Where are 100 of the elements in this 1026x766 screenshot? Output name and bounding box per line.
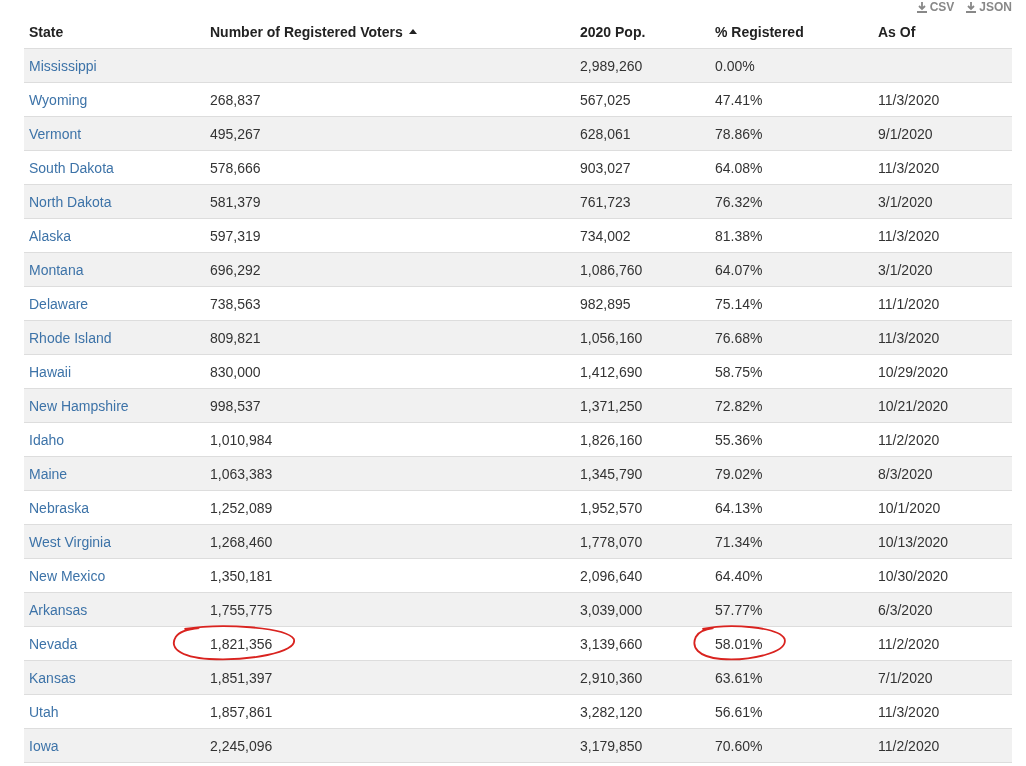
- export-link[interactable]: CSV: [916, 0, 955, 15]
- table-cell: 567,025: [580, 91, 631, 108]
- table-cell: 1,851,397: [210, 669, 273, 686]
- table-cell: 1,010,984: [210, 431, 273, 448]
- table-cell: 3,139,660: [580, 635, 643, 652]
- table-cell: 809,821: [210, 329, 261, 346]
- table-cell: 64.07%: [715, 261, 763, 278]
- table-cell: 1,821,356: [210, 635, 273, 652]
- state-link[interactable]: Delaware: [29, 295, 89, 312]
- table-cell: 1,755,775: [210, 601, 273, 618]
- table-cell: 6/3/2020: [878, 601, 933, 618]
- table-cell: 628,061: [580, 125, 631, 142]
- table-cell: 55.36%: [715, 431, 763, 448]
- state-link[interactable]: Rhode Island: [29, 329, 112, 346]
- state-link[interactable]: Nebraska: [29, 499, 89, 516]
- table-cell: 903,027: [580, 159, 631, 176]
- table-cell: 1,063,383: [210, 465, 273, 482]
- table-cell: 3/1/2020: [878, 193, 933, 210]
- state-link[interactable]: New Mexico: [29, 567, 106, 584]
- table-cell: 1,826,160: [580, 431, 643, 448]
- table-cell: 58.75%: [715, 363, 763, 380]
- download-icon: [916, 2, 927, 13]
- state-link[interactable]: Kansas: [29, 669, 76, 686]
- state-link[interactable]: New Hampshire: [29, 397, 129, 414]
- table-cell: 11/2/2020: [878, 635, 940, 652]
- state-link[interactable]: Mississippi: [29, 57, 97, 74]
- table-cell: 998,537: [210, 397, 261, 414]
- table-cell: 2,245,096: [210, 737, 273, 754]
- state-link[interactable]: North Dakota: [29, 193, 112, 210]
- table-cell: 982,895: [580, 295, 631, 312]
- state-link[interactable]: Maine: [29, 465, 68, 482]
- table-cell: 75.14%: [715, 295, 763, 312]
- table-cell: 56.61%: [715, 703, 763, 720]
- state-link[interactable]: Nevada: [29, 635, 78, 652]
- table-cell: 11/2/2020: [878, 431, 940, 448]
- export-link[interactable]: JSON: [966, 0, 1012, 15]
- state-link[interactable]: Hawaii: [29, 363, 71, 380]
- table-cell: 1,252,089: [210, 499, 273, 516]
- table-cell: 1,086,760: [580, 261, 643, 278]
- table-cell: 70.60%: [715, 737, 763, 754]
- table-cell: 11/3/2020: [878, 329, 940, 346]
- table-cell: 9/1/2020: [878, 125, 933, 142]
- table-cell: 268,837: [210, 91, 261, 108]
- table-cell: 57.77%: [715, 601, 763, 618]
- table-cell: 10/29/2020: [878, 363, 949, 380]
- table-cell: 11/3/2020: [878, 703, 940, 720]
- table-cell: 71.34%: [715, 533, 763, 550]
- table-cell: 734,002: [580, 227, 631, 244]
- state-link[interactable]: Iowa: [29, 737, 59, 754]
- state-link[interactable]: West Virginia: [29, 533, 111, 550]
- table-cell: 63.61%: [715, 669, 763, 686]
- table-cell: 1,412,690: [580, 363, 643, 380]
- table-cell: 58.01%: [715, 635, 763, 652]
- table-cell: 11/3/2020: [878, 91, 940, 108]
- state-link[interactable]: Alaska: [29, 227, 72, 244]
- table-cell: 78.86%: [715, 125, 763, 142]
- table-cell: 1,056,160: [580, 329, 643, 346]
- table-cell: 738,563: [210, 295, 261, 312]
- table-cell: 11/2/2020: [878, 737, 940, 754]
- table-cell: 10/1/2020: [878, 499, 941, 516]
- table-cell: 1,371,250: [580, 397, 643, 414]
- table-cell: 3,179,850: [580, 737, 643, 754]
- table-cell: 64.13%: [715, 499, 763, 516]
- table-cell: 3,282,120: [580, 703, 643, 720]
- state-link[interactable]: Vermont: [29, 125, 82, 142]
- table-cell: 10/13/2020: [878, 533, 949, 550]
- table-cell: 64.08%: [715, 159, 763, 176]
- table-cell: 1,345,790: [580, 465, 643, 482]
- state-link[interactable]: Utah: [29, 703, 59, 720]
- table-cell: 8/3/2020: [878, 465, 933, 482]
- table-cell: 1,952,570: [580, 499, 643, 516]
- table-cell: 2,096,640: [580, 567, 643, 584]
- table-cell: 76.32%: [715, 193, 763, 210]
- table-cell: 3,039,000: [580, 601, 643, 618]
- state-link[interactable]: South Dakota: [29, 159, 114, 176]
- sort-ascending-icon: [408, 29, 417, 34]
- table-cell: 10/21/2020: [878, 397, 949, 414]
- table-cell: 1,778,070: [580, 533, 643, 550]
- table-cell: 10/30/2020: [878, 567, 949, 584]
- table-cell: 81.38%: [715, 227, 763, 244]
- state-link[interactable]: Wyoming: [29, 91, 88, 108]
- table-cell: 696,292: [210, 261, 261, 278]
- table-cell: 597,319: [210, 227, 261, 244]
- table-cell: 1,268,460: [210, 533, 273, 550]
- state-link[interactable]: Montana: [29, 261, 84, 278]
- table-cell: 578,666: [210, 159, 261, 176]
- table-cell: 79.02%: [715, 465, 763, 482]
- download-icon: [966, 2, 977, 13]
- table-cell: 761,723: [580, 193, 631, 210]
- table-cell: 581,379: [210, 193, 261, 210]
- table-cell: 3/1/2020: [878, 261, 933, 278]
- state-link[interactable]: Arkansas: [29, 601, 88, 618]
- table-cell: 830,000: [210, 363, 261, 380]
- table-cell: 2,910,360: [580, 669, 643, 686]
- table-cell: 64.40%: [715, 567, 763, 584]
- table-cell: 1,857,861: [210, 703, 273, 720]
- table-cell: 72.82%: [715, 397, 763, 414]
- table-cell: 7/1/2020: [878, 669, 933, 686]
- state-link[interactable]: Idaho: [29, 431, 65, 448]
- table-cell: 11/3/2020: [878, 227, 940, 244]
